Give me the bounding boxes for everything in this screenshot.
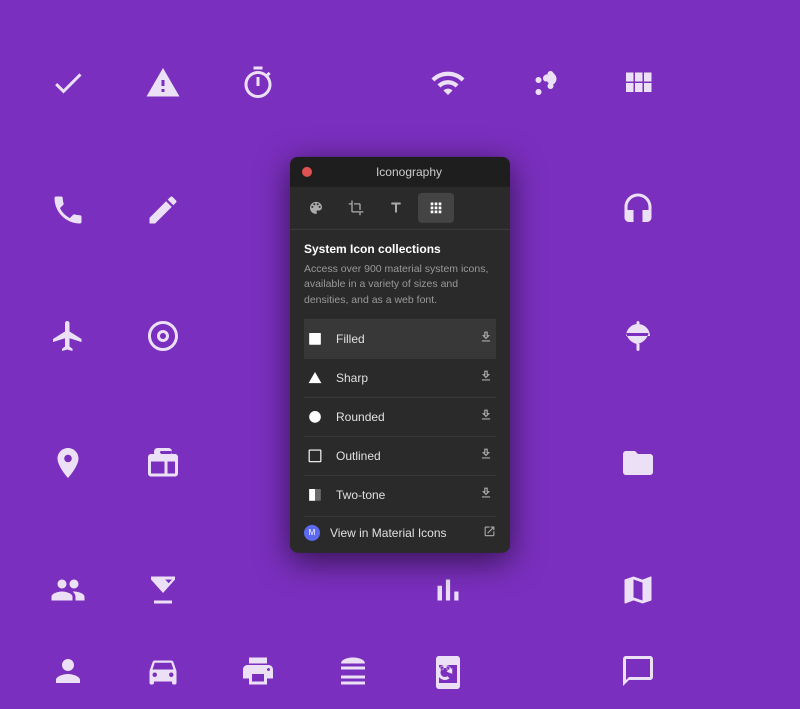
map-icon: [590, 526, 685, 653]
view-material-link[interactable]: M View in Material Icons: [304, 516, 496, 545]
timer-icon: [210, 20, 305, 147]
text-tab[interactable]: [378, 192, 414, 222]
car-icon: [115, 653, 210, 689]
target-icon: [115, 273, 210, 400]
rounded-download-icon[interactable]: [476, 408, 496, 425]
crop-tab[interactable]: [338, 192, 374, 222]
section-title: System Icon collections: [304, 241, 496, 255]
sharp-icon: [304, 367, 326, 389]
iconography-modal: Iconography System Icon collections Acce: [290, 156, 510, 552]
rounded-icon: [304, 406, 326, 428]
outlined-icon: [304, 445, 326, 467]
modal-toolbar: [290, 186, 510, 229]
outlined-label: Outlined: [336, 449, 476, 463]
list-item-sharp[interactable]: Sharp: [304, 358, 496, 397]
close-button[interactable]: [302, 166, 312, 176]
list-item-rounded[interactable]: Rounded: [304, 397, 496, 436]
two-tone-label: Two-tone: [336, 488, 476, 502]
empty-bg20: [685, 653, 780, 689]
modal-titlebar: Iconography: [290, 156, 510, 186]
two-tone-icon: [304, 484, 326, 506]
rounded-label: Rounded: [336, 410, 476, 424]
headphone-icon: [590, 147, 685, 274]
pin-icon: [20, 400, 115, 527]
umbrella-icon: [590, 273, 685, 400]
phone-icon: [20, 147, 115, 274]
triangle-icon: [115, 20, 210, 147]
folder-icon: [590, 400, 685, 527]
plane-icon: [20, 273, 115, 400]
filled-icon: [304, 328, 326, 350]
briefcase-icon: [115, 400, 210, 527]
list-item-two-tone[interactable]: Two-tone: [304, 475, 496, 514]
apps-tab[interactable]: [418, 192, 454, 222]
people-icon: [20, 526, 115, 653]
section-desc: Access over 900 material system icons, a…: [304, 261, 496, 308]
list-item-outlined[interactable]: Outlined: [304, 436, 496, 475]
filled-download-icon[interactable]: [476, 330, 496, 347]
wave-icon: [495, 20, 590, 147]
material-brand-icon: M: [304, 525, 320, 541]
grid-icon-bg: [590, 20, 685, 147]
filled-label: Filled: [336, 332, 476, 346]
wifi-icon: [400, 20, 495, 147]
chat-icon: [590, 653, 685, 689]
outlined-download-icon[interactable]: [476, 447, 496, 464]
empty-bg14: [685, 400, 780, 527]
sharp-download-icon[interactable]: [476, 369, 496, 386]
empty-bg19: [495, 653, 590, 689]
list-item-filled[interactable]: Filled: [304, 319, 496, 358]
person-icon: [20, 653, 115, 689]
empty-bg18: [685, 526, 780, 653]
check-icon: [20, 20, 115, 147]
external-link-icon: [483, 525, 496, 541]
modal-body: System Icon collections Access over 900 …: [290, 229, 510, 552]
pencil-icon: [115, 147, 210, 274]
icon-list: Filled Sharp Rounded: [304, 319, 496, 514]
modal-title: Iconography: [320, 164, 498, 178]
burger-icon: [305, 653, 400, 689]
empty-bg1: [305, 20, 400, 147]
cocktail-icon: [115, 526, 210, 653]
sharp-label: Sharp: [336, 371, 476, 385]
view-material-label: View in Material Icons: [330, 526, 483, 540]
empty-bg2: [685, 20, 780, 147]
empty-bg10: [685, 273, 780, 400]
washer-icon: [400, 653, 495, 689]
palette-tab[interactable]: [298, 192, 334, 222]
printer-icon: [210, 653, 305, 689]
two-tone-download-icon[interactable]: [476, 486, 496, 503]
empty-bg6: [685, 147, 780, 274]
